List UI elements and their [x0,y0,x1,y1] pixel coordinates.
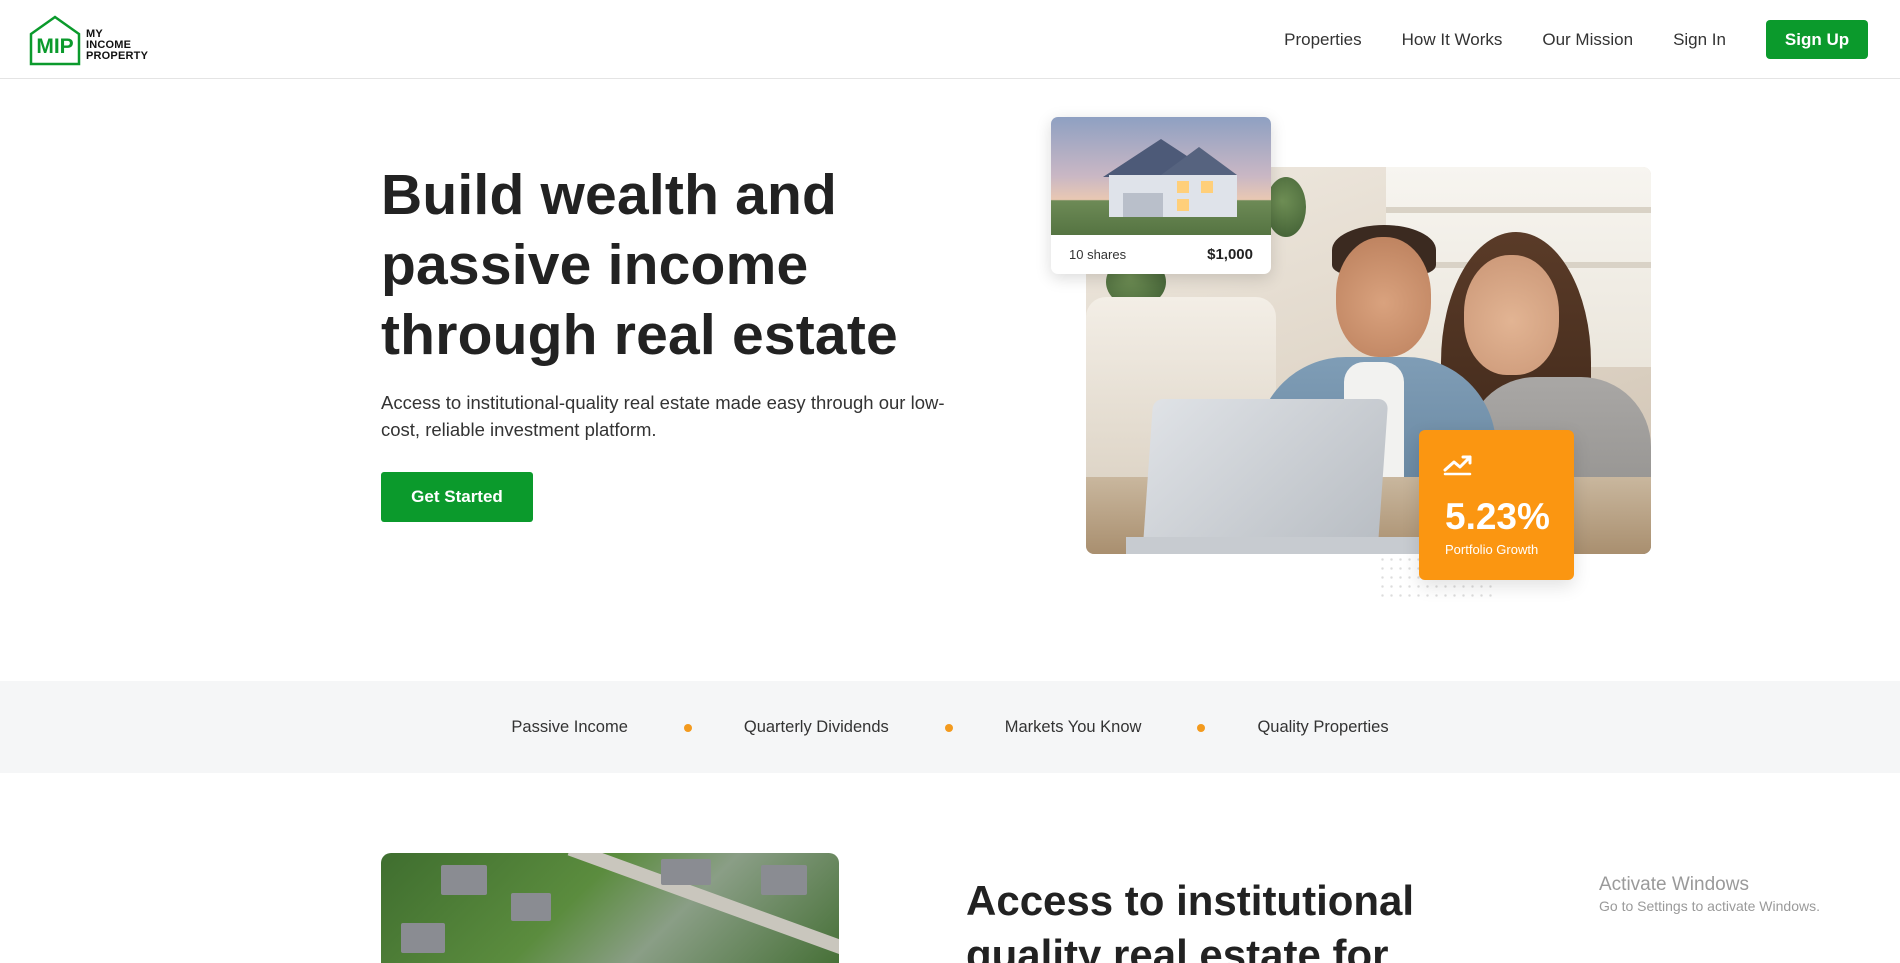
shares-card: 10 shares $1,000 [1051,117,1271,274]
section-title: Access to institutional quality real est… [966,877,1415,963]
watermark-subtitle: Go to Settings to activate Windows. [1599,898,1820,914]
feature-separator-dot [1197,724,1206,732]
logo-line-3: PROPERTY [86,49,149,62]
nav-link-sign-in[interactable]: Sign In [1673,30,1726,50]
nav-link-how-it-works[interactable]: How It Works [1402,30,1503,50]
photo-man-head [1336,237,1431,357]
features-strip: Passive Income Quarterly Dividends Marke… [0,681,1900,773]
nav-link-our-mission[interactable]: Our Mission [1542,30,1633,50]
shares-amount: $1,000 [1207,246,1253,263]
logo[interactable]: MIP MY INCOME PROPERTY [28,14,148,66]
aerial-neighborhood-photo [381,853,839,963]
shares-row: 10 shares $1,000 [1051,235,1271,274]
watermark-title: Activate Windows [1599,874,1749,895]
hero-title: Build wealth and passive income through … [381,163,898,367]
feature-separator-dot [683,724,692,732]
trending-up-icon [1443,452,1473,481]
photo-roof [511,893,551,921]
logo-wordmark: MY INCOME PROPERTY [86,27,149,62]
house-garage [1123,193,1163,217]
hero-subtitle: Access to institutional-quality real est… [381,392,945,440]
photo-woman-head [1464,255,1559,375]
house-window [1177,199,1189,211]
logo-line-1: MY [86,27,103,40]
photo-plant [1266,177,1306,237]
nav-link-properties[interactable]: Properties [1284,30,1361,50]
feature-item: Markets You Know [1004,717,1142,736]
house-window [1177,181,1189,193]
growth-value: 5.23% [1445,496,1550,537]
get-started-button[interactable]: Get Started [381,472,533,522]
photo-shelf [1386,207,1651,213]
house-thumbnail [1051,117,1271,235]
photo-roof [401,923,445,953]
features-list: Passive Income Quarterly Dividends Marke… [0,681,1900,773]
feature-item: Quality Properties [1257,717,1389,736]
nav-links: Properties How It Works Our Mission Sign… [1284,20,1868,59]
shares-count: 10 shares [1069,247,1127,262]
logo-initials: MIP [36,35,73,58]
feature-item: Quarterly Dividends [743,717,889,736]
growth-label: Portfolio Growth [1445,542,1539,557]
photo-laptop-screen [1142,399,1389,549]
house-window [1201,181,1213,193]
house-roof [1161,147,1237,175]
logo-house-icon: MIP [29,15,81,66]
photo-roof [441,865,487,895]
feature-item: Passive Income [511,717,628,736]
portfolio-growth-card: 5.23% Portfolio Growth [1419,430,1574,580]
activate-windows-watermark: Activate Windows Go to Settings to activ… [1599,874,1820,914]
feature-separator-dot [944,724,953,732]
logo-line-2: INCOME [86,38,132,51]
photo-roof [761,865,807,895]
photo-roof [661,859,711,885]
photo-laptop-base [1126,537,1426,554]
sign-up-button[interactable]: Sign Up [1766,20,1868,59]
top-nav: MIP MY INCOME PROPERTY Properties How It… [0,0,1900,79]
